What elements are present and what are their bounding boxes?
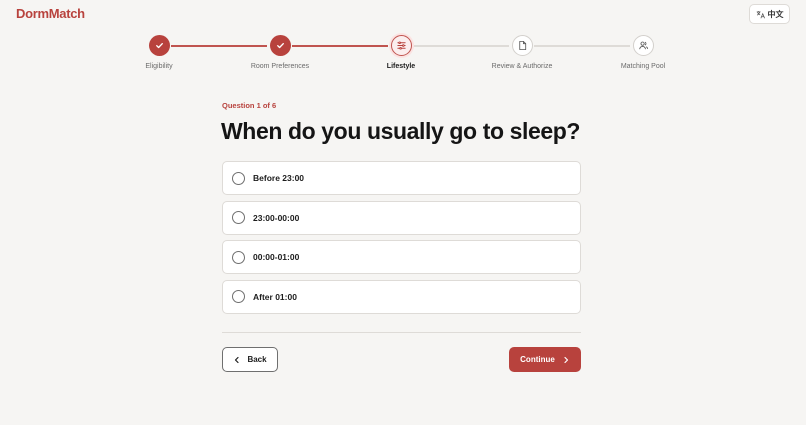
answer-option[interactable]: After 01:00 bbox=[222, 279, 581, 314]
option-label: Before 23:00 bbox=[253, 173, 305, 183]
radio-button[interactable] bbox=[232, 290, 245, 303]
step-label: Review & Authorize bbox=[491, 63, 553, 70]
answer-option[interactable]: Before 23:00 bbox=[222, 161, 581, 195]
back-button[interactable]: Back bbox=[222, 347, 278, 372]
continue-label: Continue bbox=[520, 355, 555, 364]
language-label: 中文 bbox=[767, 9, 784, 19]
divider bbox=[222, 332, 581, 333]
step-label: Matching Pool bbox=[620, 63, 666, 70]
answer-option[interactable]: 00:00-01:00 bbox=[222, 240, 581, 274]
continue-button[interactable]: Continue bbox=[509, 347, 581, 372]
sliders-icon bbox=[396, 41, 406, 50]
chevron-left-icon bbox=[235, 356, 240, 363]
step-circle bbox=[269, 35, 291, 56]
radio-button[interactable] bbox=[232, 250, 245, 264]
question-title: When do you usually go to sleep? bbox=[221, 118, 581, 144]
option-label: 00:00-01:00 bbox=[253, 252, 300, 262]
answer-options: Before 23:00 23:00-00:00 00:00-01:00 Aft… bbox=[222, 161, 581, 319]
step-matching-pool[interactable]: Matching Pool bbox=[593, 35, 693, 70]
check-icon bbox=[276, 42, 284, 49]
back-label: Back bbox=[247, 355, 267, 364]
step-circle bbox=[632, 35, 654, 56]
language-toggle-button[interactable]: 中文 bbox=[749, 4, 790, 24]
option-label: 23:00-00:00 bbox=[253, 212, 300, 223]
chevron-right-icon bbox=[564, 356, 568, 363]
step-label: Room Preferences bbox=[250, 63, 310, 70]
check-icon bbox=[155, 42, 163, 49]
step-circle bbox=[390, 35, 412, 56]
radio-button[interactable] bbox=[232, 211, 245, 224]
step-lifestyle[interactable]: Lifestyle bbox=[351, 35, 451, 70]
option-label: After 01:00 bbox=[253, 291, 297, 302]
progress-stepper: Eligibility Room Preferences Lifestyle R… bbox=[0, 35, 806, 75]
step-label: Lifestyle bbox=[386, 63, 416, 70]
step-circle bbox=[148, 35, 170, 56]
people-icon bbox=[638, 41, 648, 50]
step-label: Eligibility bbox=[145, 63, 173, 70]
step-eligibility[interactable]: Eligibility bbox=[109, 35, 209, 70]
translate-icon bbox=[756, 10, 765, 18]
brand-logo: DormMatch bbox=[16, 6, 85, 21]
step-room-preferences[interactable]: Room Preferences bbox=[230, 35, 330, 70]
document-icon bbox=[518, 40, 526, 51]
answer-option[interactable]: 23:00-00:00 bbox=[222, 200, 581, 235]
question-counter: Question 1 of 6 bbox=[222, 101, 277, 110]
step-review-authorize[interactable]: Review & Authorize bbox=[472, 35, 572, 70]
radio-button[interactable] bbox=[232, 171, 245, 185]
step-circle bbox=[511, 35, 533, 56]
